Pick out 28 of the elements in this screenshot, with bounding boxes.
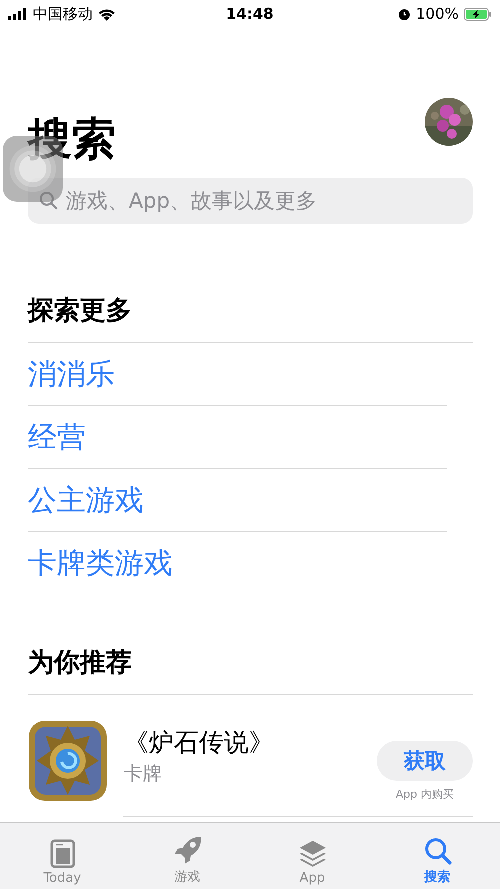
clock-time: 14:48 bbox=[226, 5, 274, 23]
suggestion-link[interactable]: 公主游戏 bbox=[28, 469, 447, 532]
section-heading: 探索更多 bbox=[28, 294, 473, 343]
carrier-name: 中国移动 bbox=[33, 4, 93, 24]
search-icon bbox=[422, 836, 452, 866]
in-app-purchase-note: App 内购买 bbox=[396, 786, 454, 802]
signal-icon bbox=[8, 8, 28, 20]
alarm-icon bbox=[398, 8, 412, 20]
app-category: 卡牌 bbox=[124, 762, 163, 787]
app-name: 《炉石传说》 bbox=[124, 727, 275, 759]
get-button[interactable]: 获取 bbox=[377, 740, 473, 780]
battery-percent: 100% bbox=[416, 5, 459, 23]
tab[interactable]: 游戏 bbox=[125, 823, 250, 889]
tab[interactable]: App bbox=[250, 823, 375, 889]
search-icon bbox=[39, 191, 59, 211]
app-icon[interactable] bbox=[28, 720, 108, 802]
battery-charging-icon bbox=[464, 8, 492, 20]
suggestion-link[interactable]: 消消乐 bbox=[28, 343, 447, 406]
tab[interactable]: 搜索 bbox=[375, 823, 500, 889]
today-icon bbox=[50, 839, 76, 869]
layers-icon bbox=[298, 839, 328, 869]
page-title: 搜索 bbox=[28, 118, 116, 162]
tab[interactable]: Today bbox=[0, 823, 125, 889]
search-field[interactable]: 游戏、App、故事以及更多 bbox=[28, 178, 473, 224]
section-heading: 为你推荐 bbox=[28, 646, 473, 695]
wifi-icon bbox=[98, 8, 116, 20]
suggestion-link[interactable]: 经营 bbox=[28, 406, 447, 469]
suggestion-link[interactable]: 卡牌类游戏 bbox=[28, 532, 447, 594]
